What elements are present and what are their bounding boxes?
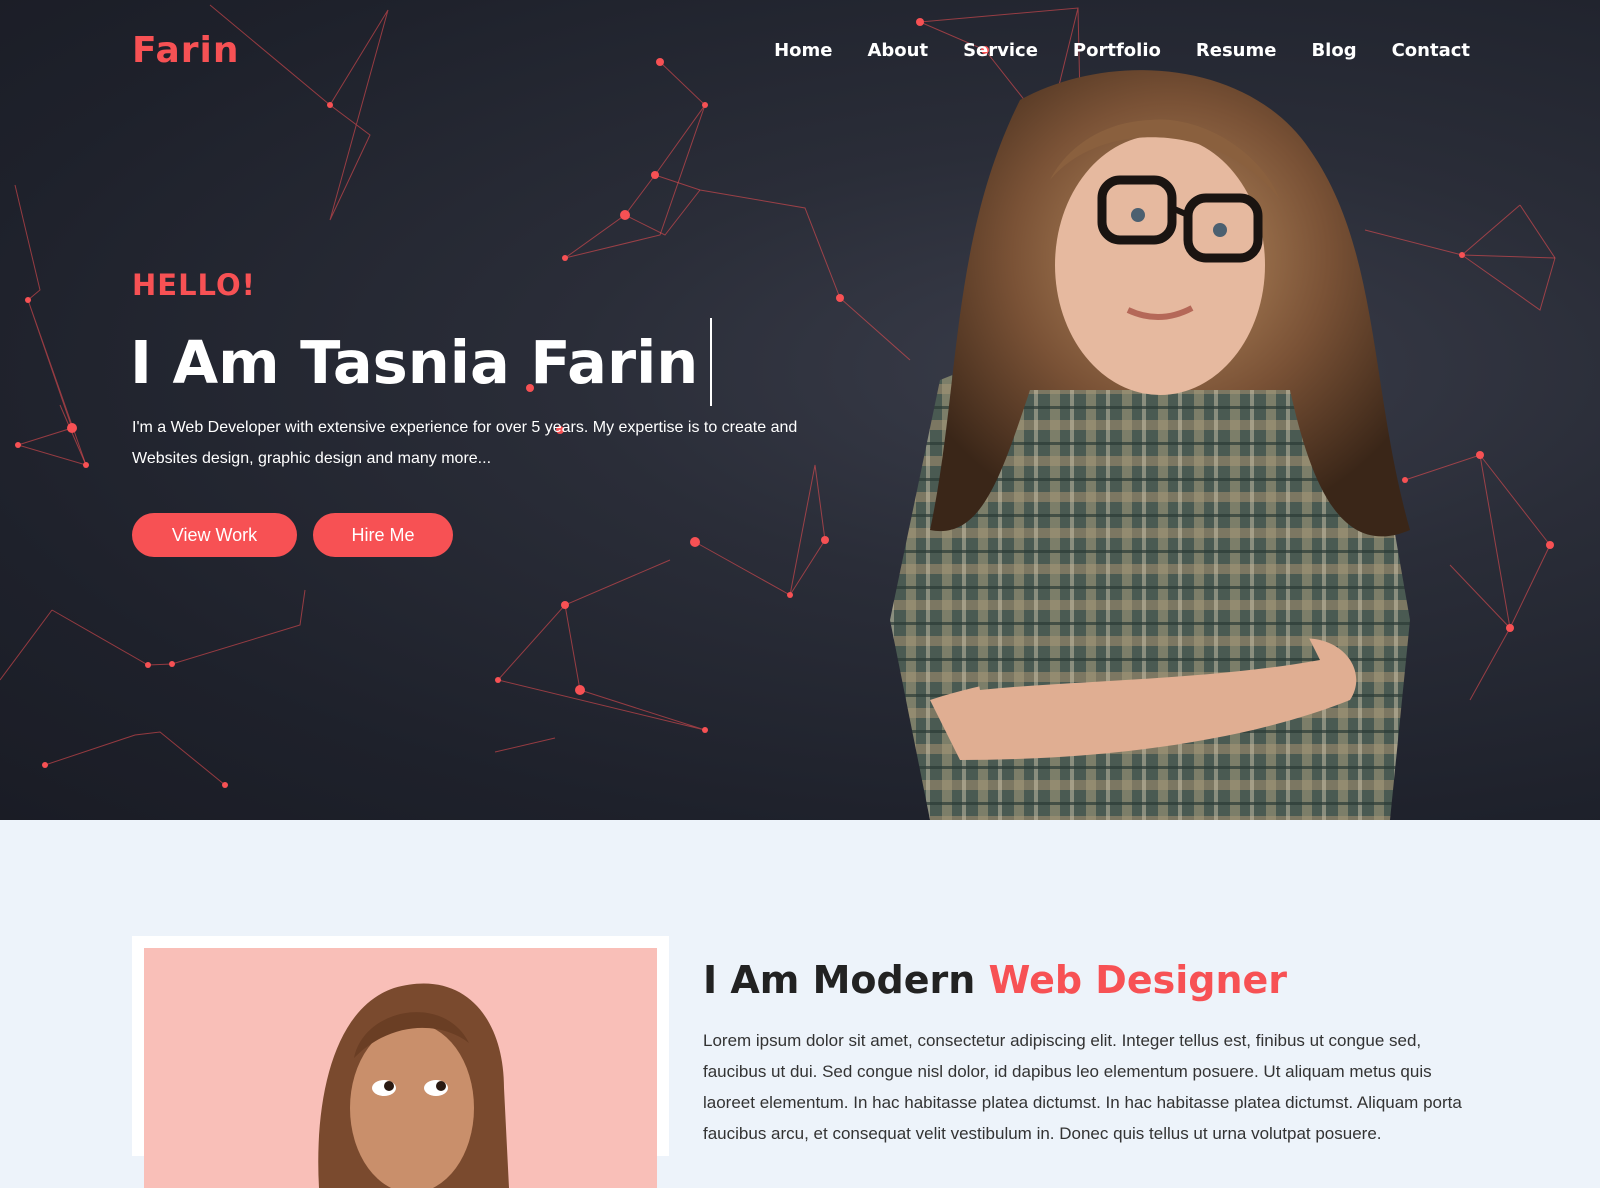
hero-greeting: HELLO! — [132, 268, 256, 302]
hero-headline: I Am Tasnia Farin — [130, 327, 699, 397]
hero-section: Farin Home About Service Portfolio Resum… — [0, 0, 1600, 820]
about-photo — [144, 948, 657, 1188]
about-title: I Am Modern Web Designer — [703, 958, 1287, 1002]
hero-headline-wrap: I Am Tasnia Farin — [130, 318, 713, 406]
about-portrait-image — [318, 983, 509, 1188]
hero-intro: I'm a Web Developer with extensive exper… — [132, 419, 798, 467]
about-title-main: I Am Modern — [703, 958, 989, 1002]
typing-cursor — [710, 318, 713, 406]
about-description: Lorem ipsum dolor sit amet, consectetur … — [703, 1031, 1462, 1143]
hire-me-button[interactable]: Hire Me — [313, 513, 453, 557]
nav-contact[interactable]: Contact — [1392, 40, 1470, 61]
nav-about[interactable]: About — [867, 40, 928, 61]
brand-logo[interactable]: Farin — [132, 30, 240, 71]
nav-home[interactable]: Home — [774, 40, 832, 61]
hero-portrait-image — [890, 70, 1410, 820]
nav-service[interactable]: Service — [963, 40, 1038, 61]
nav-portfolio[interactable]: Portfolio — [1073, 40, 1161, 61]
view-work-button[interactable]: View Work — [132, 513, 297, 557]
main-nav: Home About Service Portfolio Resume Blog… — [774, 40, 1470, 61]
nav-resume[interactable]: Resume — [1196, 40, 1277, 61]
about-title-accent: Web Designer — [988, 958, 1288, 1002]
nav-blog[interactable]: Blog — [1311, 40, 1356, 61]
about-image-frame — [132, 936, 669, 1188]
